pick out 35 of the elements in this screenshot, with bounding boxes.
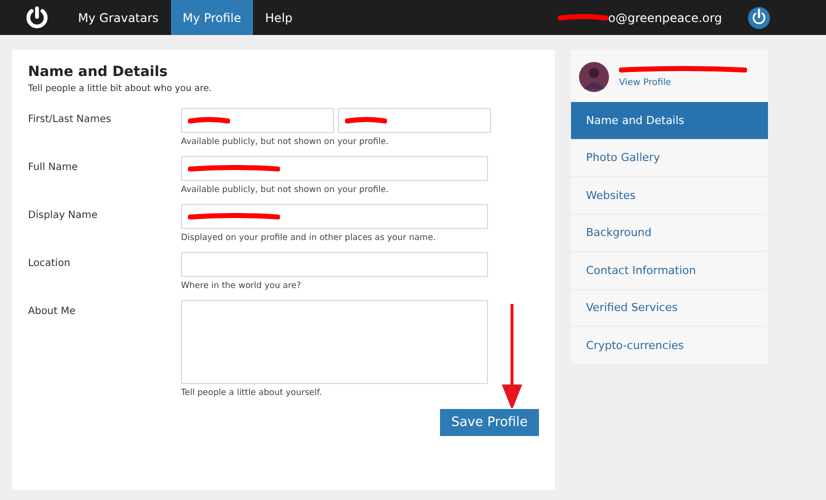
view-profile-link[interactable]: View Profile [619, 78, 747, 88]
field-label: Full Name [28, 161, 79, 175]
nav-tab[interactable]: My Gravatars [66, 0, 171, 35]
field-hint: Where in the world you are? [181, 281, 302, 291]
sidebar-item[interactable]: Background [571, 214, 768, 252]
account-email: o@greenpeace.org [608, 10, 722, 24]
field-hint: Tell people a little about yourself. [181, 388, 323, 398]
power-logo-icon[interactable] [748, 6, 770, 28]
field-label: First/Last Names [28, 113, 112, 127]
field-label: About Me [28, 305, 77, 319]
sidebar-item[interactable]: Name and Details [571, 102, 768, 140]
input-field[interactable] [181, 108, 334, 133]
input-field[interactable] [181, 156, 488, 181]
field-label: Location [28, 257, 72, 271]
field-label: Display Name [28, 209, 99, 223]
nav-tab[interactable]: My Profile [170, 0, 254, 35]
input-field[interactable] [181, 204, 488, 229]
input-field[interactable] [338, 108, 491, 133]
field-hint: Available publicly, but not shown on your profile. [181, 185, 390, 195]
field-hint: Available publicly, but not shown on your profile. [181, 137, 390, 147]
redaction-mark [188, 116, 230, 124]
section-subtitle: Tell people a little bit about who you are. [28, 84, 213, 94]
save-profile-button[interactable]: Save Profile [440, 409, 539, 436]
nav-tab[interactable]: Help [253, 0, 305, 35]
sidebar-item[interactable]: Contact Information [571, 252, 768, 290]
sidebar-item[interactable]: Crypto-currencies [571, 327, 768, 364]
redaction-mark [345, 116, 387, 124]
input-field[interactable] [181, 252, 488, 277]
power-logo-icon[interactable] [24, 4, 50, 30]
sidebar-item[interactable]: Photo Gallery [571, 140, 768, 177]
sidebar-item[interactable]: Websites [571, 177, 768, 214]
sidebar-item[interactable]: Verified Services [571, 290, 768, 327]
avatar [579, 62, 609, 92]
field-hint: Displayed on your profile and in other places as your name. [181, 233, 437, 243]
section-title: Name and Details [28, 64, 169, 80]
